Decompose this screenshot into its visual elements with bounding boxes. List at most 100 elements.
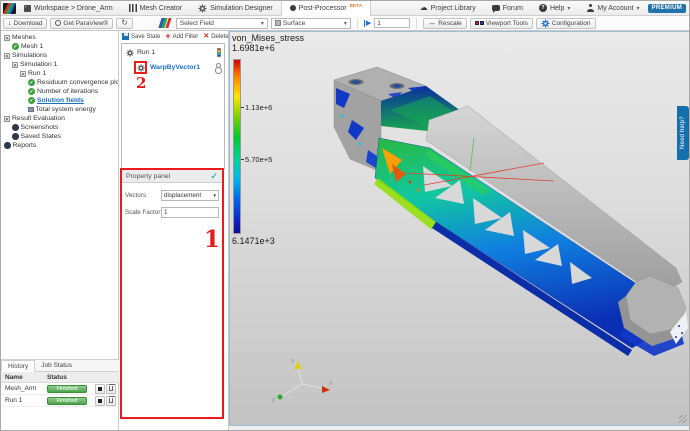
resize-grip[interactable] [679,415,687,423]
annotation-box-2 [134,61,147,74]
sidebar-item-solution-fields[interactable]: Solution fields [1,96,118,105]
premium-badge: PREMIUM [647,3,686,13]
gear-icon[interactable] [137,64,145,72]
pipeline-item-run-1[interactable]: Run 1 [126,48,221,57]
post-processor-icon [289,5,296,11]
scale-factor-input[interactable] [161,207,219,218]
filter-toolbar: Save State + Add Filter ✕ Delete Filter [119,31,244,42]
pipeline-item-warpbyvector[interactable]: WarpByVector1 [134,61,222,74]
table-row[interactable]: Mesh_Arm Finished [1,383,119,395]
forum-button[interactable]: Forum [484,1,531,16]
status-badge: Finished [47,384,87,393]
axis-y-label: Y [291,359,295,365]
legend-tick: 5.70e+5 [240,155,273,164]
check-circle-icon [12,43,19,50]
simscale-logo [3,2,16,14]
rescale-button[interactable]: ↔ Rescale [423,17,467,29]
expander-icon[interactable] [4,115,10,122]
my-account-menu[interactable]: My Account ▾ [578,1,647,16]
annotation-step-2: 2 [136,74,147,92]
sidebar-item-number-of-iterations[interactable]: Number of iterations [1,87,118,96]
table-row[interactable]: Run 1 Finished [1,395,119,407]
delete-button[interactable] [106,395,116,406]
person-icon [586,4,594,12]
representation-dropdown[interactable]: Surface ▾ [270,17,351,29]
stop-button[interactable] [95,395,105,406]
sidebar-item-saved-states[interactable]: Saved States [1,132,118,141]
sidebar-item-mesh-1[interactable]: Mesh 1 [1,42,118,51]
help-menu[interactable]: ? Help ▾ [531,1,578,16]
refresh-button[interactable]: ↻ [116,17,133,29]
download-button[interactable]: ↓ Download [3,17,48,29]
annotation-box-1: Property panel ✓ Vectors displacement ▾ … [120,168,224,419]
double-arrow-icon: ↔ [428,18,437,27]
filter-pipeline-tree: Run 1 WarpByVector1 2 [121,43,225,169]
sidebar-item-meshes[interactable]: Meshes [1,33,118,42]
beta-badge: BETA [349,2,363,8]
mesh-creator-icon [128,4,137,12]
delete-button[interactable] [106,383,116,394]
visibility-toggle-icon[interactable] [214,63,222,74]
configuration-button[interactable]: Configuration [535,17,596,29]
sidebar-item-run-1[interactable]: Run 1 [1,69,118,78]
cloud-icon: ☁ [419,3,428,12]
status-badge: Finished [47,396,87,405]
tab-job-status[interactable]: Job Status [35,360,78,371]
tab-history[interactable]: History [1,360,36,372]
history-panel: History Job Status Name Status Mesh_Arm … [1,359,119,430]
get-paraview-button[interactable]: Get ParaView® [50,17,114,29]
select-field-dropdown[interactable]: Select Field ▾ [175,17,268,29]
stop-button[interactable] [95,383,105,394]
viewport-tools-button[interactable]: Viewport Tools [469,17,533,29]
axis-z-label: Z [272,398,275,404]
expander-icon[interactable] [4,52,10,59]
expander-icon[interactable] [4,34,10,41]
expander-icon[interactable] [12,61,18,68]
download-icon: ↓ [8,19,12,27]
tab-mesh-creator[interactable]: Mesh Creator [121,1,190,16]
property-panel-header: Property panel ✓ [122,170,222,183]
divider [416,17,418,29]
topbar-right-group: ☁ Project Library Forum ? Help ▾ My Acco… [412,1,689,16]
vectors-dropdown[interactable]: displacement ▾ [161,190,219,201]
axis-x-label: X [329,381,333,387]
check-circle-icon [28,88,35,95]
gears-icon [198,4,207,13]
legend-title: von_Mises_stress [232,33,305,43]
sidebar-item-reports[interactable]: Reports [1,141,118,150]
apply-check-icon[interactable]: ✓ [210,171,218,182]
sidebar-item-simulation-1[interactable]: Simulation 1 [1,60,118,69]
paraview-logo-icon [158,18,172,28]
check-circle-icon [28,79,35,86]
tab-post-processor[interactable]: Post-Processor BETA [280,1,372,16]
frame-number-input[interactable] [374,18,411,28]
top-navigation-bar: Workspace > Drone_Arm Mesh Creator Simul… [1,1,689,16]
history-table-header: Name Status [1,372,119,383]
project-library-button[interactable]: ☁ Project Library [412,1,484,16]
tab-simulation-designer[interactable]: Simulation Designer [190,1,281,16]
workspace-icon [24,4,31,12]
legend-min-value: 6.1471e+3 [232,236,275,246]
legend-max-value: 1.6981e+6 [232,43,275,53]
square-icon [28,106,34,113]
3d-viewport[interactable]: Y X Z von_Mises_stress 1.6981e+6 1.13e+6… [229,31,690,426]
scale-factor-field-row: Scale Factor [125,207,219,218]
add-filter-button[interactable]: + Add Filter [165,32,198,41]
post-processor-toolbar: ↓ Download Get ParaView® ↻ Select Field … [1,16,689,31]
bottom-strip [229,426,689,430]
sidebar-item-screenshots[interactable]: Screenshots [1,123,118,132]
color-legend-icon[interactable] [217,48,221,57]
workspace-tab[interactable]: Workspace > Drone_Arm [16,1,121,16]
drone-arm-model[interactable]: Y X Z [230,32,690,426]
dark-circle-icon [12,133,19,140]
sidebar-item-residuum-plot[interactable]: Residuum convergence plot [1,78,118,87]
sidebar-item-total-system-energy[interactable]: Total system energy [1,105,118,114]
sidebar-item-simulations[interactable]: Simulations [1,51,118,60]
save-state-button[interactable]: Save State [122,33,160,40]
play-icon[interactable]: ▶ [363,19,371,27]
history-tabs: History Job Status [1,359,119,372]
expander-icon[interactable] [20,70,26,77]
legend-colorbar [233,59,241,234]
sidebar-item-result-evaluation[interactable]: Result Evaluation [1,114,118,123]
need-help-tab[interactable]: Need help? [677,106,689,160]
